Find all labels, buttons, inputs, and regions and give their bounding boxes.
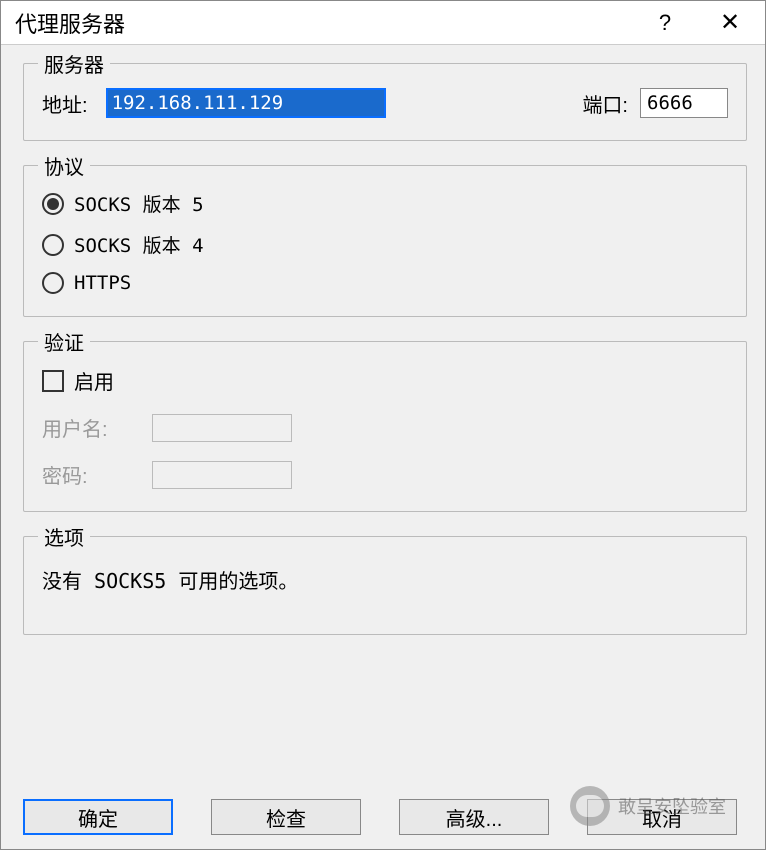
auth-legend: 验证: [38, 327, 90, 356]
address-label: 地址:: [42, 89, 88, 118]
proxy-server-dialog: 代理服务器 ? ✕ 服务器 地址: 端口: 协议 SOCKS 版本 5: [0, 0, 766, 850]
radio-icon: [42, 272, 64, 294]
cancel-button[interactable]: 取消: [587, 799, 737, 835]
checkbox-icon: [42, 370, 64, 392]
dialog-title: 代理服务器: [15, 7, 635, 39]
options-group: 选项 没有 SOCKS5 可用的选项。: [23, 536, 747, 635]
username-input: [152, 414, 292, 442]
radio-https[interactable]: HTTPS: [42, 272, 728, 294]
port-label: 端口:: [582, 89, 628, 118]
options-text: 没有 SOCKS5 可用的选项。: [42, 565, 728, 594]
help-icon: ?: [659, 10, 671, 36]
ok-button[interactable]: 确定: [23, 799, 173, 835]
enable-auth-checkbox[interactable]: 启用: [42, 366, 728, 395]
close-icon: ✕: [720, 8, 740, 37]
password-label: 密码:: [42, 460, 152, 489]
titlebar: 代理服务器 ? ✕: [1, 1, 765, 45]
options-legend: 选项: [38, 522, 90, 551]
server-group: 服务器 地址: 端口:: [23, 63, 747, 141]
button-bar: 确定 检查 高级... 取消: [1, 787, 765, 849]
check-button[interactable]: 检查: [211, 799, 361, 835]
server-legend: 服务器: [38, 49, 110, 78]
radio-label-socks5: SOCKS 版本 5: [74, 190, 204, 217]
radio-label-socks4: SOCKS 版本 4: [74, 231, 204, 258]
enable-auth-label: 启用: [74, 366, 114, 395]
dialog-content: 服务器 地址: 端口: 协议 SOCKS 版本 5 SOCKS 版本 4: [1, 45, 765, 787]
radio-icon: [42, 193, 64, 215]
help-button[interactable]: ?: [635, 1, 695, 45]
radio-icon: [42, 234, 64, 256]
protocol-group: 协议 SOCKS 版本 5 SOCKS 版本 4 HTTPS: [23, 165, 747, 317]
port-input[interactable]: [640, 88, 728, 118]
username-label: 用户名:: [42, 413, 152, 442]
radio-socks5[interactable]: SOCKS 版本 5: [42, 190, 728, 217]
radio-socks4[interactable]: SOCKS 版本 4: [42, 231, 728, 258]
protocol-legend: 协议: [38, 151, 90, 180]
auth-group: 验证 启用 用户名: 密码:: [23, 341, 747, 512]
close-button[interactable]: ✕: [695, 1, 765, 45]
advanced-button[interactable]: 高级...: [399, 799, 549, 835]
radio-label-https: HTTPS: [74, 272, 131, 294]
password-input: [152, 461, 292, 489]
address-input[interactable]: [106, 88, 386, 118]
